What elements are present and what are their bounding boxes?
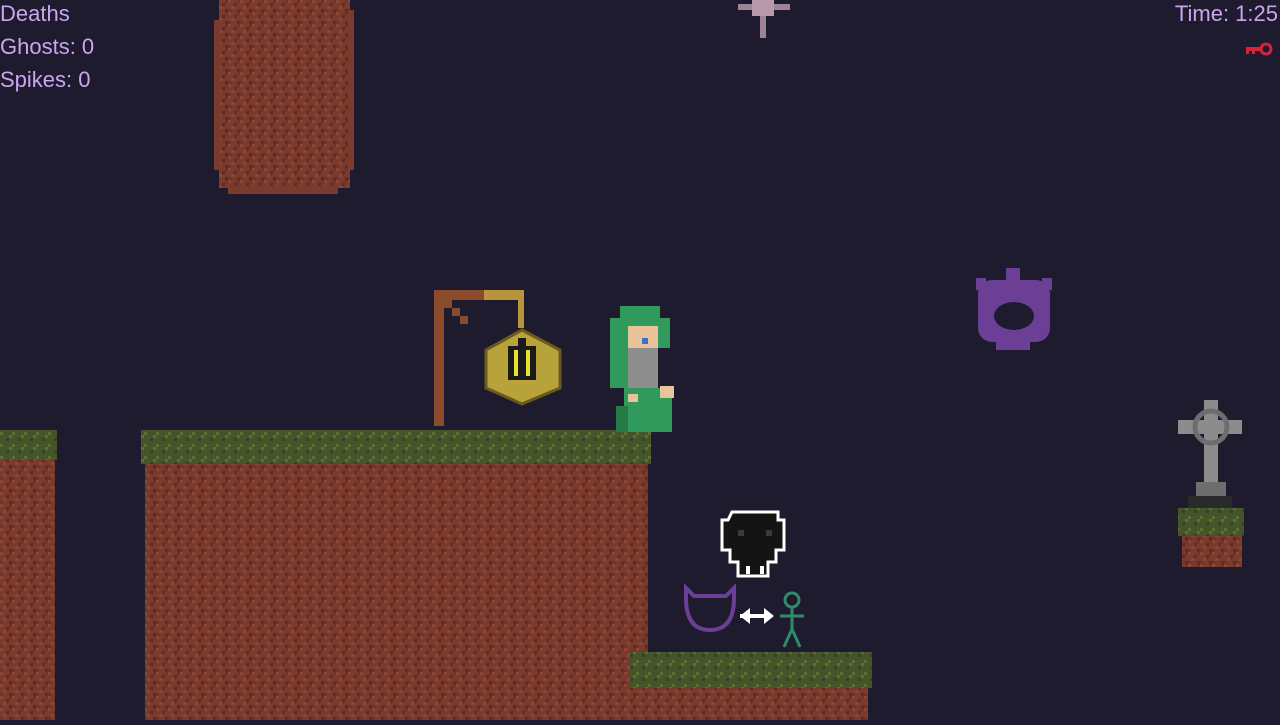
left-dirt-pillar bbox=[0, 430, 57, 720]
celtic-cross-tombstone bbox=[1178, 400, 1242, 508]
hanging-dirt-column bbox=[214, 0, 354, 194]
lower-dirt-platform bbox=[630, 652, 872, 720]
floating-dirt-platform bbox=[1178, 508, 1244, 567]
skull-hint-icon bbox=[720, 510, 786, 578]
game-scene bbox=[0, 0, 1280, 720]
main-dirt-platform bbox=[141, 430, 651, 720]
ghost-swap-hint bbox=[684, 583, 804, 648]
key-icon bbox=[1244, 42, 1274, 56]
deaths-counter: Deaths bbox=[0, 1, 70, 26]
purple-ghost-enemy bbox=[976, 268, 1052, 350]
ghosts-counter: Ghosts: 0 bbox=[0, 34, 95, 59]
spikes-counter: Spikes: 0 bbox=[0, 67, 91, 92]
player-wizard bbox=[610, 306, 674, 432]
lantern-post bbox=[434, 290, 562, 426]
ceiling-spike bbox=[738, 0, 790, 38]
time-display: Time: 1:25 bbox=[1174, 1, 1278, 26]
